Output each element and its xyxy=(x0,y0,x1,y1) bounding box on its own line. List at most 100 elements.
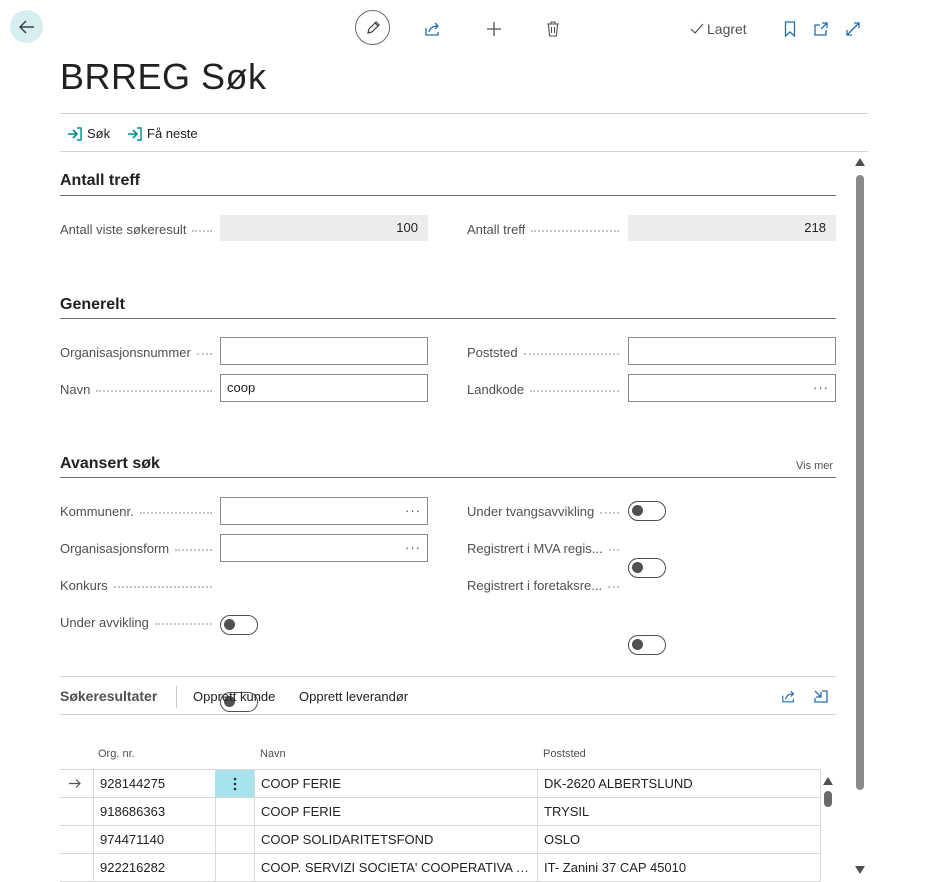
divider xyxy=(60,151,868,152)
mva-toggle[interactable] xyxy=(628,558,666,578)
saved-status: Lagret xyxy=(690,20,747,38)
open-new-window-icon xyxy=(813,21,829,37)
divider xyxy=(60,676,836,677)
page-title: BRREG Søk xyxy=(60,56,267,97)
results-separator xyxy=(176,686,177,708)
cell-poststed[interactable]: TRYSIL xyxy=(544,798,816,825)
lookup-ellipsis-icon[interactable]: ··· xyxy=(405,498,421,524)
column-header-poststed[interactable]: Poststed xyxy=(543,748,586,760)
foretaksregister-toggle[interactable] xyxy=(628,635,666,655)
cell-orgnr[interactable]: 918686363 xyxy=(100,798,210,825)
column-header-navn[interactable]: Navn xyxy=(260,748,286,760)
cell-orgnr[interactable]: 928144275 xyxy=(100,770,210,797)
row-actions-button[interactable] xyxy=(215,770,254,797)
shown-results-value: 100 xyxy=(220,215,428,241)
delete-button[interactable] xyxy=(542,18,564,40)
back-arrow-icon xyxy=(18,19,35,34)
lookup-ellipsis-icon[interactable]: ··· xyxy=(813,375,829,401)
share-icon xyxy=(781,689,797,704)
divider xyxy=(60,113,868,114)
expand-button[interactable] xyxy=(842,18,864,40)
open-new-window-button[interactable] xyxy=(810,18,832,40)
landkode-label: Landkode xyxy=(467,379,625,399)
get-next-action-icon xyxy=(127,126,143,141)
results-grid: 928144275 COOP FERIE DK-2620 ALBERTSLUND… xyxy=(60,769,821,882)
orgform-input[interactable]: ··· xyxy=(220,534,428,562)
results-title: Søkeresultater xyxy=(60,688,158,704)
create-vendor-action[interactable]: Opprett leverandør xyxy=(299,689,408,704)
konkurs-label: Konkurs xyxy=(60,575,218,595)
mva-label: Registrert i MVA regis... xyxy=(467,538,625,558)
orgnr-input[interactable] xyxy=(220,337,428,365)
landkode-input[interactable]: ··· xyxy=(628,374,836,402)
section-divider xyxy=(60,477,836,478)
trash-icon xyxy=(546,21,560,37)
cell-poststed[interactable]: DK-2620 ALBERTSLUND xyxy=(544,770,816,797)
avvikling-label: Under avvikling xyxy=(60,612,218,632)
page-scrollbar-thumb[interactable] xyxy=(856,175,864,790)
navn-input[interactable]: coop xyxy=(220,374,428,402)
current-row-arrow-icon xyxy=(68,770,90,797)
search-action-icon xyxy=(67,126,83,141)
foretaksregister-label: Registrert i foretaksre... xyxy=(467,575,625,595)
lookup-ellipsis-icon[interactable]: ··· xyxy=(405,535,421,561)
toggle-knob xyxy=(632,505,643,516)
get-next-action-label: Få neste xyxy=(147,126,198,141)
section-title-general: Generelt xyxy=(60,296,125,313)
get-next-action[interactable]: Få neste xyxy=(127,126,198,141)
bookmark-icon xyxy=(784,21,796,37)
grid-scrollbar-thumb[interactable] xyxy=(824,791,832,807)
pencil-icon xyxy=(365,20,381,36)
toggle-knob xyxy=(224,619,235,630)
total-hits-label: Antall treff xyxy=(467,219,625,239)
back-button[interactable] xyxy=(10,10,43,43)
kommune-label: Kommunenr. xyxy=(60,501,218,521)
navn-label: Navn xyxy=(60,379,218,399)
cell-navn[interactable]: COOP FERIE xyxy=(261,770,533,797)
scroll-up-arrow[interactable] xyxy=(855,158,865,166)
show-more-link[interactable]: Vis mer xyxy=(796,460,833,472)
share-icon xyxy=(424,21,442,37)
cell-navn[interactable]: COOP. SERVIZI SOCIETA' COOPERATIVA DI L.… xyxy=(261,854,533,881)
tvangsavvikling-label: Under tvangsavvikling xyxy=(467,501,625,521)
cell-orgnr[interactable]: 974471140 xyxy=(100,826,210,853)
table-row[interactable]: 918686363 COOP FERIE TRYSIL xyxy=(60,798,821,826)
toggle-knob xyxy=(632,562,643,573)
tvangsavvikling-toggle[interactable] xyxy=(628,501,666,521)
share-button[interactable] xyxy=(422,18,444,40)
section-title-advanced: Avansert søk xyxy=(60,455,160,472)
more-vertical-icon xyxy=(233,777,237,791)
table-row[interactable]: 928144275 COOP FERIE DK-2620 ALBERTSLUND xyxy=(60,769,821,798)
total-hits-value: 218 xyxy=(628,215,836,241)
cell-navn[interactable]: COOP SOLIDARITETSFOND xyxy=(261,826,533,853)
new-button[interactable] xyxy=(483,18,505,40)
results-expand-button[interactable] xyxy=(810,685,832,707)
section-divider xyxy=(60,195,836,196)
collapse-window-icon xyxy=(813,689,829,704)
table-row[interactable]: 974471140 COOP SOLIDARITETSFOND OSLO xyxy=(60,826,821,854)
orgnr-label: Organisasjonsnummer xyxy=(60,342,218,362)
search-action[interactable]: Søk xyxy=(67,126,110,141)
cell-orgnr[interactable]: 922216282 xyxy=(100,854,210,881)
create-customer-action[interactable]: Opprett kunde xyxy=(193,689,275,704)
poststed-input[interactable] xyxy=(628,337,836,365)
poststed-label: Poststed xyxy=(467,342,625,362)
table-row[interactable]: 922216282 COOP. SERVIZI SOCIETA' COOPERA… xyxy=(60,854,821,882)
section-divider xyxy=(60,318,836,319)
scroll-down-arrow[interactable] xyxy=(855,866,865,874)
kommune-input[interactable]: ··· xyxy=(220,497,428,525)
orgform-label: Organisasjonsform xyxy=(60,538,218,558)
edit-button[interactable] xyxy=(355,10,390,45)
column-header-orgnr[interactable]: Org. nr. xyxy=(98,748,135,760)
results-share-button[interactable] xyxy=(778,685,800,707)
section-title-count: Antall treff xyxy=(60,172,140,189)
grid-scroll-up-arrow[interactable] xyxy=(823,777,833,785)
konkurs-toggle[interactable] xyxy=(220,615,258,635)
cell-navn[interactable]: COOP FERIE xyxy=(261,798,533,825)
plus-icon xyxy=(486,21,502,37)
saved-label: Lagret xyxy=(707,21,747,37)
bookmark-button[interactable] xyxy=(779,18,801,40)
cell-poststed[interactable]: IT- Zanini 37 CAP 45010 xyxy=(544,854,816,881)
check-icon xyxy=(690,23,704,35)
cell-poststed[interactable]: OSLO xyxy=(544,826,816,853)
